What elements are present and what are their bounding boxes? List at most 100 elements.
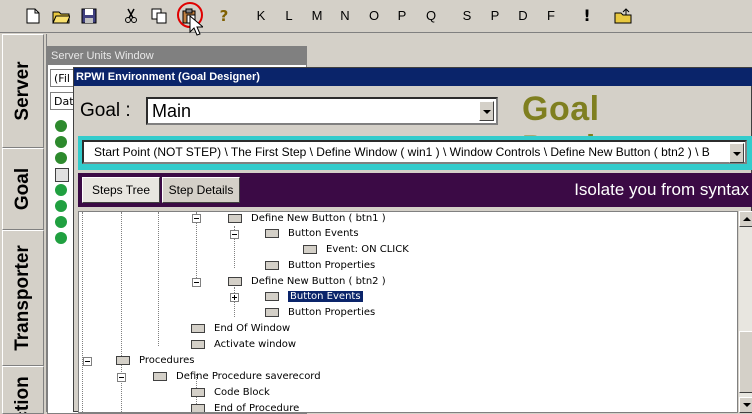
tree-node-label: Procedures [139, 355, 195, 366]
copy-icon[interactable] [148, 5, 170, 27]
tree-line [196, 212, 197, 286]
alert-glyph: ! [583, 6, 591, 25]
tree-node[interactable]: Button Properties [265, 306, 375, 319]
scroll-up-icon[interactable] [739, 211, 752, 227]
tree-node[interactable]: Event: ON CLICK [303, 243, 409, 256]
server-unit-icon[interactable] [55, 136, 67, 148]
tree-node-label: Activate window [214, 339, 297, 350]
letter-button-m[interactable]: M [306, 5, 328, 27]
tree-node[interactable]: Button Properties [265, 259, 375, 272]
tree-node[interactable]: Define Procedure saverecord [153, 370, 321, 383]
tree-node-selected[interactable]: Button Events [265, 290, 363, 303]
alert-icon[interactable]: ! [576, 5, 598, 27]
tab-goal[interactable]: Goal [2, 148, 44, 230]
letter-button-p[interactable]: P [391, 5, 413, 27]
node-icon [265, 291, 279, 301]
goal-label: Goal : [80, 100, 131, 121]
tab-action[interactable]: ction [2, 366, 44, 414]
goal-dropdown[interactable]: Main [146, 97, 498, 125]
letter-label: P [490, 8, 500, 23]
tree-collapse-toggle[interactable] [117, 373, 126, 382]
tab-step-details[interactable]: Step Details [162, 177, 240, 203]
letter-label: P [397, 8, 407, 23]
tab-bar: Steps Tree Step Details Isolate you from… [78, 173, 752, 207]
tab-goal-label: Goal [12, 167, 33, 211]
letter-label: S [462, 8, 472, 23]
tree-node[interactable]: End Of Window [191, 322, 290, 335]
server-unit-icon[interactable] [55, 120, 67, 132]
save-icon[interactable] [78, 5, 100, 27]
goal-window-title[interactable]: RPWI Environment (Goal Designer) [74, 68, 752, 86]
letter-button-d[interactable]: D [512, 5, 534, 27]
letter-button-n[interactable]: N [334, 5, 356, 27]
letter-button-p2[interactable]: P [484, 5, 506, 27]
path-dropdown[interactable]: Start Point (NOT STEP) \ The First Step … [82, 140, 747, 164]
globe-icon[interactable] [55, 184, 67, 196]
help-glyph: ? [219, 7, 229, 25]
path-frame: Start Point (NOT STEP) \ The First Step … [78, 136, 752, 170]
node-icon [265, 260, 279, 270]
tree-node-label: Button Events [288, 228, 359, 239]
globe-icon[interactable] [55, 232, 67, 244]
node-icon [191, 387, 205, 397]
tree-expand-toggle[interactable] [230, 293, 239, 302]
node-icon [116, 355, 130, 365]
steps-tree[interactable]: Define New Button ( btn1 ) Button Events… [78, 211, 738, 413]
tab-transporter[interactable]: Transporter [2, 230, 44, 366]
tree-node[interactable]: Code Block [191, 386, 270, 399]
letter-button-o[interactable]: O [363, 5, 385, 27]
tree-node[interactable]: Procedures [116, 354, 194, 367]
table-icon[interactable] [55, 168, 69, 182]
letter-label: Q [425, 8, 437, 23]
tree-collapse-toggle[interactable] [83, 357, 92, 366]
tagline: Isolate you from syntax [574, 180, 749, 199]
tab-server-label: Server [12, 61, 33, 121]
mouse-cursor-icon [189, 15, 203, 36]
chevron-down-icon[interactable] [729, 143, 744, 163]
goal-dropdown-value: Main [152, 101, 192, 121]
tree-node-label: Define New Button ( btn1 ) [251, 213, 386, 224]
tree-line [158, 212, 159, 346]
folder-up-icon[interactable] [612, 5, 634, 27]
tree-node-label: Define Procedure saverecord [176, 371, 321, 382]
letter-label: K [256, 8, 266, 23]
tree-collapse-toggle[interactable] [230, 230, 239, 239]
tree-node[interactable]: Define New Button ( btn1 ) [228, 212, 386, 225]
node-icon [228, 213, 242, 223]
node-icon [153, 371, 167, 381]
tree-collapse-toggle[interactable] [192, 278, 201, 287]
tree-node[interactable]: Button Events [265, 227, 359, 240]
node-icon [265, 307, 279, 317]
letter-button-k[interactable]: K [250, 5, 272, 27]
node-icon [191, 339, 205, 349]
letter-button-l[interactable]: L [278, 5, 300, 27]
tree-node-label: Event: ON CLICK [326, 244, 409, 255]
letter-button-q[interactable]: Q [420, 5, 442, 27]
globe-icon[interactable] [55, 216, 67, 228]
tree-scrollbar[interactable] [738, 211, 752, 413]
chevron-down-icon[interactable] [479, 101, 494, 121]
globe-icon[interactable] [55, 200, 67, 212]
open-folder-icon[interactable] [50, 5, 72, 27]
tree-node-label: End Of Window [214, 323, 291, 334]
tree-node[interactable]: Activate window [191, 338, 296, 351]
letter-button-s[interactable]: S [456, 5, 478, 27]
letter-label: N [340, 8, 350, 23]
tab-action-label: ction [12, 376, 33, 414]
server-window-title[interactable]: Server Units Window [48, 47, 306, 65]
tab-steps-tree[interactable]: Steps Tree [82, 177, 160, 203]
tree-node[interactable]: Define New Button ( btn2 ) [228, 275, 386, 288]
scroll-down-icon[interactable] [739, 397, 752, 413]
new-file-icon[interactable] [22, 5, 44, 27]
node-icon [228, 276, 242, 286]
tree-collapse-toggle[interactable] [192, 214, 201, 223]
letter-label: M [311, 8, 323, 23]
tree-node[interactable]: End of Procedure [191, 402, 299, 412]
scroll-thumb[interactable] [739, 331, 752, 393]
letter-button-f[interactable]: F [540, 5, 562, 27]
tree-node-label: Button Properties [288, 260, 376, 271]
tab-server[interactable]: Server [2, 34, 44, 148]
help-icon[interactable]: ? [213, 5, 235, 27]
cut-icon[interactable] [120, 5, 142, 27]
server-unit-icon[interactable] [55, 152, 67, 164]
